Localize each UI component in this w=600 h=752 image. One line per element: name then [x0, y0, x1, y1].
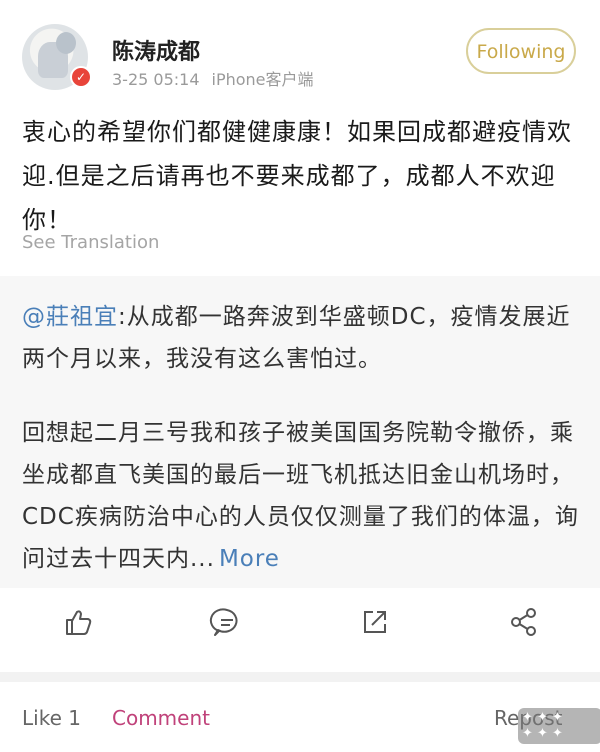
section-divider [0, 672, 600, 682]
post-body: 衷心的希望你们都健健康康！如果回成都避疫情欢迎.但是之后请再也不要来成都了，成都… [22, 118, 572, 234]
see-translation-link[interactable]: See Translation [22, 232, 159, 253]
more-link[interactable]: More [219, 546, 280, 572]
avatar-figure-head [56, 32, 76, 54]
repost-para2-text: 回想起二月三号我和孩子被美国国务院勒令撤侨，乘坐成都直飞美国的最后一班飞机抵达旧… [22, 420, 579, 572]
share-network-icon[interactable] [504, 602, 544, 642]
verified-badge-icon: ✓ [70, 66, 92, 88]
tab-comment[interactable]: Comment [112, 706, 210, 730]
username[interactable]: 陈涛成都 [112, 34, 200, 66]
reposted-content[interactable]: @莊祖宜:从成都一路奔波到华盛顿DC，疫情发展近两个月以来，我没有这么害怕过。 … [0, 276, 600, 588]
thumb-up-icon[interactable] [58, 602, 98, 642]
client-source: iPhone客户端 [211, 70, 314, 89]
timestamp: 3-25 05:14 [112, 70, 200, 89]
share-external-icon[interactable] [355, 602, 395, 642]
mention-link[interactable]: @莊祖宜 [22, 304, 118, 330]
tab-like[interactable]: Like 1 [22, 706, 81, 730]
comment-icon[interactable] [207, 602, 247, 642]
following-button[interactable]: Following [466, 28, 576, 74]
action-bar [0, 590, 600, 656]
repost-paragraph: 回想起二月三号我和孩子被美国国务院勒令撤侨，乘坐成都直飞美国的最后一班飞机抵达旧… [22, 412, 582, 580]
post-header: ✓ 陈涛成都 3-25 05:14 iPhone客户端 Following [0, 0, 600, 100]
repost-text: @莊祖宜:从成都一路奔波到华盛顿DC，疫情发展近两个月以来，我没有这么害怕过。 [22, 296, 582, 380]
watermark: ✦ ✦ ✦ ✦ ✦ ✦ [518, 708, 600, 744]
bottom-tabs: Like 1 Comment Repost ✦ ✦ ✦✦ ✦ ✦ [0, 682, 600, 752]
post-meta: 3-25 05:14 iPhone客户端 [112, 66, 314, 90]
